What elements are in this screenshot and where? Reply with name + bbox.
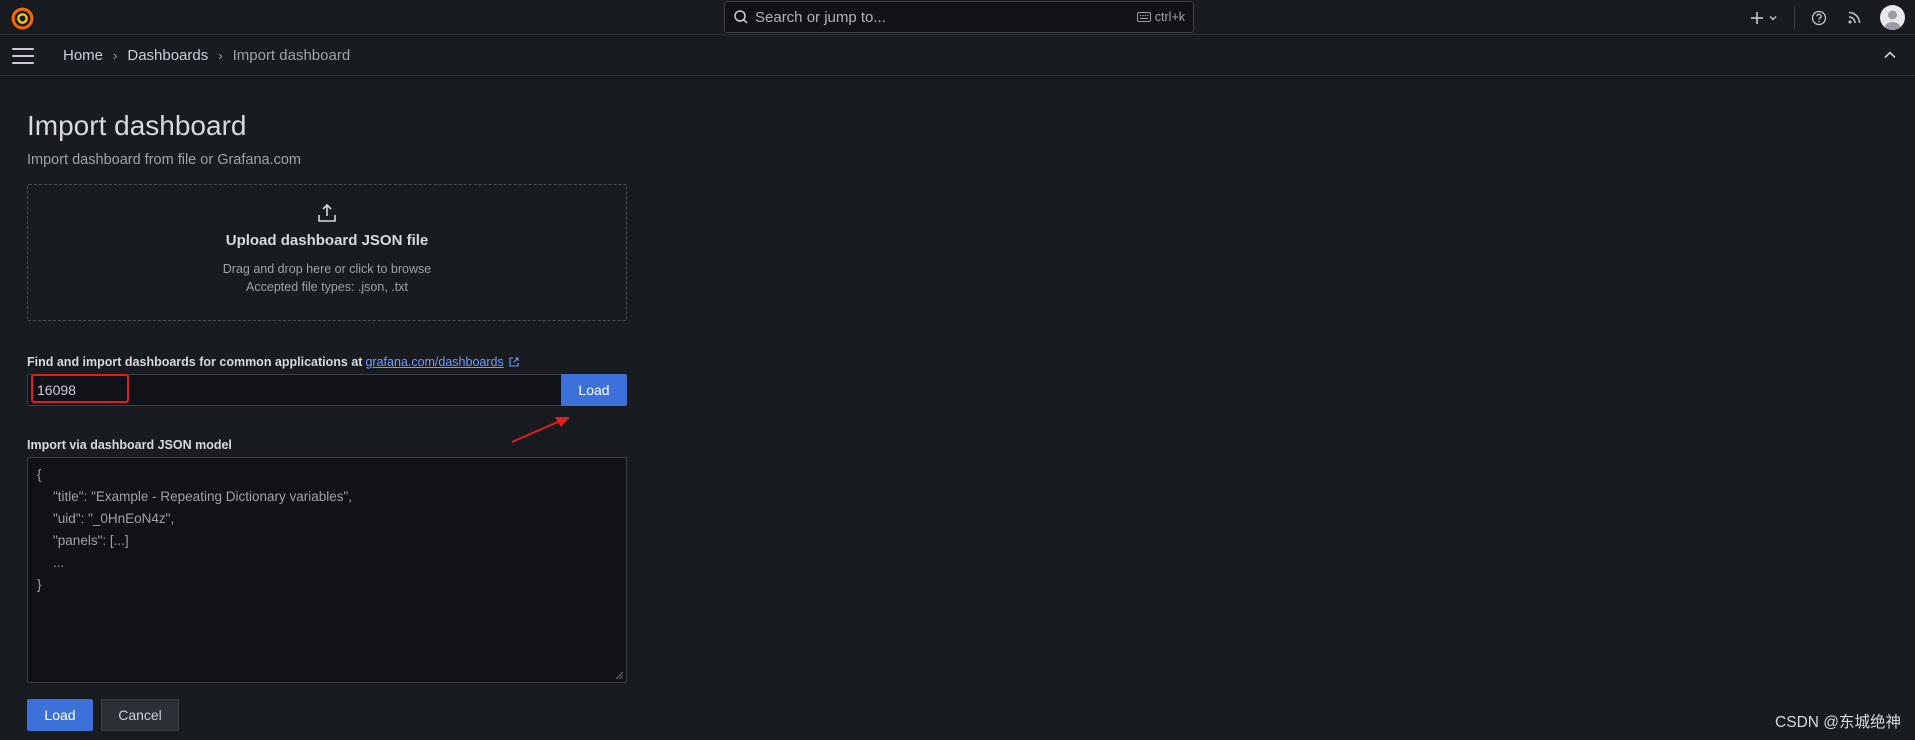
json-line: } (37, 577, 42, 592)
help-icon (1811, 10, 1827, 25)
json-model-textarea[interactable]: { "title": "Example - Repeating Dictiona… (27, 457, 627, 683)
breadcrumb: Home › Dashboards › Import dashboard (63, 47, 350, 64)
upload-accepted-types: Accepted file types: .json, .txt (246, 280, 408, 294)
divider (1794, 6, 1795, 29)
breadcrumb-dashboards[interactable]: Dashboards (127, 47, 208, 64)
grafana-com-link[interactable]: grafana.com/dashboards (365, 355, 503, 369)
chevron-right-icon: › (218, 48, 223, 63)
shortcut-text: ctrl+k (1154, 10, 1185, 24)
json-line: "title": "Example - Repeating Dictionary… (53, 489, 353, 504)
breadcrumb-bar: Home › Dashboards › Import dashboard (0, 36, 1915, 76)
keyboard-icon (1136, 12, 1151, 22)
main-content: Import dashboard Import dashboard from f… (27, 76, 627, 731)
upload-title: Upload dashboard JSON file (225, 232, 429, 249)
dashboard-id-input[interactable]: 16098 (27, 374, 561, 406)
chevron-down-icon (1769, 15, 1777, 20)
watermark: CSDN @东城绝神 (1775, 714, 1901, 731)
grafana-com-label-text: Find and import dashboards for common ap… (27, 355, 363, 369)
json-line: ... (53, 555, 65, 570)
help-button[interactable] (1801, 4, 1837, 31)
annotation-arrow-icon (511, 417, 570, 443)
grafana-logo-icon[interactable] (10, 5, 35, 30)
grafana-com-label: Find and import dashboards for common ap… (27, 355, 627, 369)
page-title: Import dashboard (27, 110, 247, 141)
upload-dropzone[interactable]: Upload dashboard JSON file Drag and drop… (27, 184, 627, 321)
load-json-button[interactable]: Load (27, 699, 93, 731)
avatar[interactable] (1880, 5, 1905, 30)
chevron-up-icon[interactable] (1883, 48, 1897, 62)
top-right-actions (1740, 4, 1905, 31)
search-icon (734, 10, 748, 24)
resize-handle-icon[interactable] (614, 670, 624, 680)
search-bar[interactable]: Search or jump to... ctrl+k (724, 1, 1194, 33)
menu-icon[interactable] (12, 47, 34, 64)
json-line: "panels": [...] (53, 533, 129, 548)
grafana-com-load-row: 16098 Load (27, 374, 627, 406)
search-placeholder: Search or jump to... (755, 8, 886, 26)
cancel-button[interactable]: Cancel (101, 699, 179, 731)
json-line: "uid": "_0HnEoN4z", (53, 511, 175, 526)
breadcrumb-home[interactable]: Home (63, 47, 103, 64)
top-bar: Search or jump to... ctrl+k (0, 0, 1915, 35)
plus-icon (1751, 11, 1763, 24)
annotation-highlight-box (31, 374, 129, 403)
external-link-icon (509, 357, 519, 367)
breadcrumb-current: Import dashboard (232, 47, 351, 64)
chevron-right-icon: › (113, 48, 118, 63)
news-button[interactable] (1837, 4, 1872, 31)
page-subtitle: Import dashboard from file or Grafana.co… (27, 152, 302, 168)
upload-hint: Drag and drop here or click to browse (222, 262, 432, 276)
json-line: { (37, 467, 42, 482)
new-menu-button[interactable] (1740, 4, 1788, 31)
shortcut-hint: ctrl+k (1136, 10, 1185, 24)
load-id-button[interactable]: Load (561, 374, 627, 406)
upload-icon (318, 203, 336, 222)
form-actions: Load Cancel (27, 699, 627, 731)
rss-icon (1848, 11, 1861, 24)
